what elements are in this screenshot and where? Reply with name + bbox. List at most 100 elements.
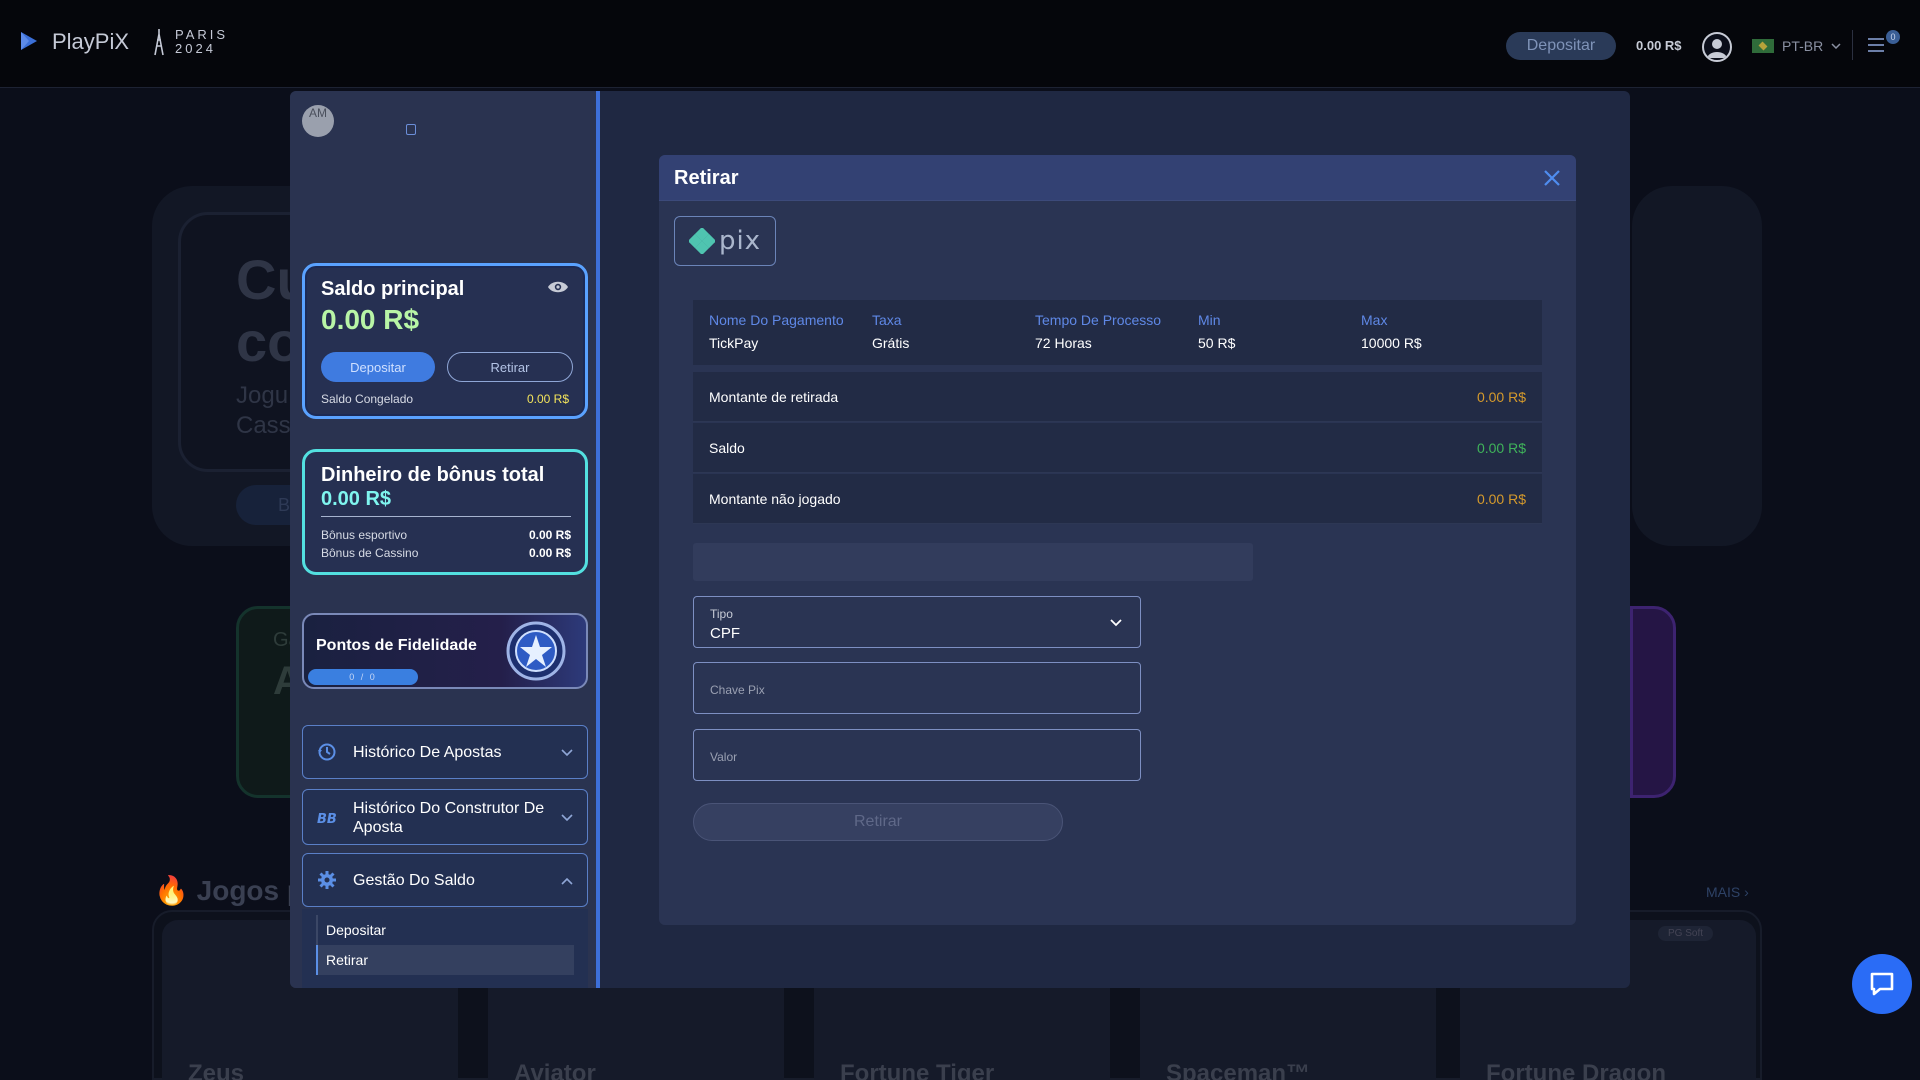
close-icon[interactable] [1542,168,1562,188]
loyalty-points-card[interactable]: Pontos de Fidelidade 0 / 0 [302,613,588,689]
brazil-flag-icon [1752,39,1774,53]
games-more-link[interactable]: MAIS › [1706,884,1749,900]
submenu-deposit[interactable]: Depositar [316,915,574,945]
divider [321,516,571,517]
year-text: 2024 [175,41,216,56]
promo-card-left: Ga A [236,606,302,798]
type-label: Tipo [710,607,733,621]
payment-name-value: TickPay [709,335,759,351]
withdraw-button[interactable]: Retirar [447,352,573,382]
loyalty-progress: 0 / 0 [308,669,418,685]
unplayed-amount-row: Montante não jogado 0.00 R$ [693,474,1542,524]
fee-value: Grátis [872,335,910,351]
bet-builder-history-label: Histórico Do Construtor De Aposta [353,800,545,836]
brand-name: PlayPiX [52,29,130,54]
brand[interactable]: PlayPiX PARIS 2024 [16,28,228,56]
withdrawal-amount-row: Montante de retirada 0.00 R$ [693,372,1542,422]
avatar[interactable]: AM [302,105,334,137]
process-time-col: Tempo De Processo 72 Horas [1035,312,1161,351]
pix-key-placeholder: Chave Pix [710,683,765,697]
divider [1852,30,1853,60]
hero-slider-right [1632,186,1762,546]
header-deposit-button[interactable]: Depositar [1506,32,1616,60]
user-avatar-icon[interactable] [1702,32,1732,62]
bet-builder-history-menu[interactable]: BB Histórico Do Construtor De Aposta [302,789,588,845]
deposit-button[interactable]: Depositar [321,352,435,382]
type-select[interactable]: Tipo CPF [693,596,1141,648]
fee-header: Taxa [872,312,902,328]
history-icon [318,743,336,761]
bonus-title: Dinheiro de bônus total [321,464,545,486]
unplayed-amount-value: 0.00 R$ [1476,491,1526,507]
max-col: Max 10000 R$ [1361,312,1422,351]
process-time-header: Tempo De Processo [1035,312,1162,328]
copy-icon[interactable] [406,124,416,135]
submenu-withdraw[interactable]: Retirar [316,945,574,975]
casino-bonus-value: 0.00 R$ [528,546,571,560]
bet-history-menu[interactable]: Histórico De Apostas [302,725,588,779]
promo-card-right [1630,606,1676,798]
frozen-balance-label: Saldo Congelado [321,392,414,406]
casino-bonus-label: Bônus de Cassino [321,546,419,560]
loyalty-badge-icon [506,621,566,681]
max-header: Max [1361,312,1388,328]
game-name: Fortune Tiger [840,1060,995,1080]
unplayed-amount-label: Montante não jogado [709,491,841,507]
eiffel-tower-icon [154,29,164,56]
hero-subtitle-line-2: Cass [236,412,291,439]
hamburger-menu-icon[interactable] [1868,38,1884,52]
max-value: 10000 R$ [1361,335,1422,351]
eye-icon[interactable] [547,280,569,294]
payment-name-header: Nome Do Pagamento [709,312,844,328]
withdrawal-amount-label: Montante de retirada [709,389,839,405]
pix-key-input[interactable]: Chave Pix [693,662,1141,714]
payment-name-col: Nome Do Pagamento TickPay [709,312,844,351]
sports-bonus-label: Bônus esportivo [321,528,408,542]
top-bar: PlayPiX PARIS 2024 Depositar 0.00 R$ PT-… [0,0,1920,88]
process-time-value: 72 Horas [1035,335,1092,351]
placeholder-bar [693,543,1253,581]
bonus-amount: 0.00 R$ [321,488,392,510]
fee-col: Taxa Grátis [872,312,909,351]
pix-logo-icon [688,228,715,254]
chevron-down-icon [561,749,573,757]
balance-management-menu[interactable]: Gestão Do Saldo [302,853,588,907]
bet-builder-icon: BB [317,812,337,827]
games-section-title: 🔥 Jogos p [154,874,304,907]
type-value: CPF [710,625,740,642]
sports-bonus-row: Bônus esportivo 0.00 R$ [321,528,571,542]
game-name: Aviator [514,1060,596,1080]
balance-management-label: Gestão Do Saldo [353,872,475,889]
gear-icon [318,871,336,889]
withdraw-panel: Retirar pix Nome Do Pagamento TickPay Ta… [659,155,1576,925]
value-input[interactable]: Valor [693,729,1141,781]
value-placeholder: Valor [710,750,738,764]
paris-2024-logo: PARIS 2024 [149,28,228,56]
language-selector[interactable]: PT-BR [1752,38,1841,54]
main-balance-amount: 0.00 R$ [321,304,420,335]
live-chat-button[interactable] [1852,954,1912,1014]
chevron-down-icon [1831,43,1841,49]
balance-value: 0.00 R$ [1476,440,1526,456]
playpix-logo-icon [16,29,42,55]
min-col: Min 50 R$ [1198,312,1235,351]
account-sidebar: AM Saldo principal 0.00 R$ Depositar Ret… [290,91,600,988]
game-name: Zeus [188,1060,245,1080]
notification-badge[interactable]: 0 [1886,30,1900,44]
chevron-up-icon [561,877,573,885]
language-label: PT-BR [1782,38,1824,54]
hero-subtitle-line-1: Jogu [236,382,289,409]
games-title-text: Jogos p [196,875,304,906]
min-value: 50 R$ [1198,335,1236,351]
hero-button[interactable]: B [236,485,296,525]
loyalty-title: Pontos de Fidelidade [316,637,477,654]
header-balance: 0.00 R$ [1636,38,1682,53]
pix-method-label: pix [718,226,762,256]
sports-bonus-value: 0.00 R$ [528,528,571,542]
pix-method-tile[interactable]: pix [674,216,776,266]
withdraw-submit-button[interactable]: Retirar [693,803,1063,841]
withdraw-title: Retirar [674,167,739,189]
payment-info-table: Nome Do Pagamento TickPay Taxa Grátis Te… [693,300,1542,365]
provider-tag: PG Soft [1658,926,1714,941]
min-header: Min [1198,312,1221,328]
